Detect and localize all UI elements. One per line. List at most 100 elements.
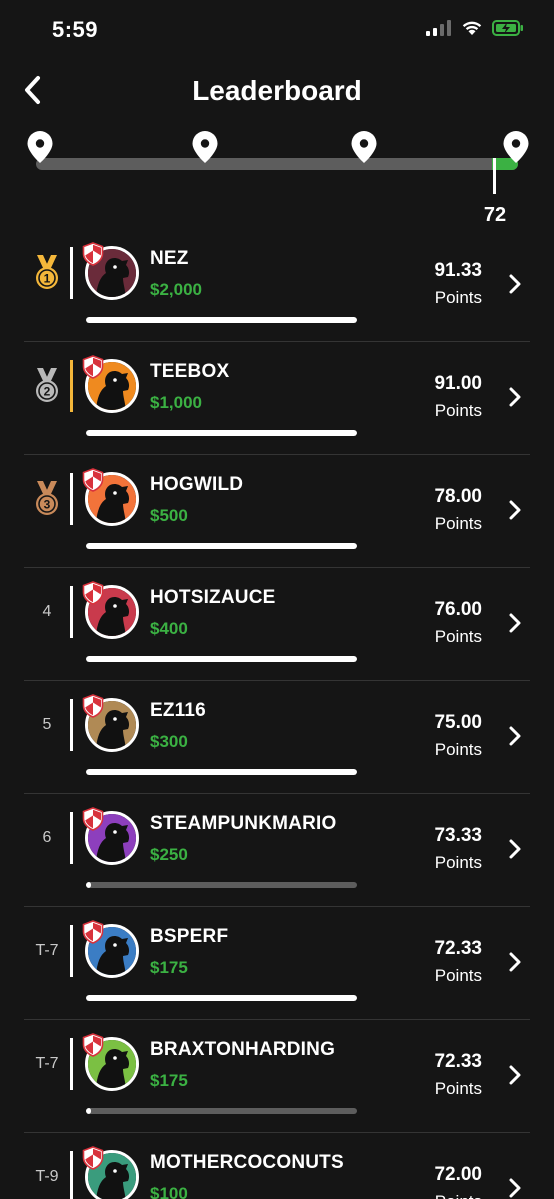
player-prize: $300 bbox=[150, 732, 188, 751]
points-unit: Points bbox=[434, 627, 482, 646]
points-unit: Points bbox=[434, 1079, 482, 1098]
rank-divider bbox=[70, 1151, 73, 1199]
player-name: MOTHERCOCONUTS bbox=[150, 1152, 344, 1173]
leaderboard-row[interactable]: 2 TEEBOX $1,000 91.00 Points bbox=[24, 342, 530, 455]
player-prize: $250 bbox=[150, 845, 188, 864]
rank-slot: 1 bbox=[24, 229, 70, 317]
rank-slot: 2 bbox=[24, 342, 70, 430]
chevron-right-icon bbox=[509, 1065, 521, 1085]
shield-badge-icon bbox=[82, 807, 104, 831]
player-progress-bar bbox=[86, 656, 357, 662]
points-unit: Points bbox=[434, 514, 482, 533]
svg-text:3: 3 bbox=[44, 498, 51, 512]
player-progress-bar bbox=[86, 769, 357, 775]
gold-medal-icon: 1 bbox=[36, 255, 58, 289]
points-unit: Points bbox=[434, 966, 482, 985]
location-pin-icon[interactable] bbox=[350, 130, 378, 164]
points-unit: Points bbox=[434, 401, 482, 420]
status-icons bbox=[426, 20, 524, 36]
chevron-right-icon bbox=[509, 387, 521, 407]
location-pin-icon[interactable] bbox=[191, 130, 219, 164]
rank-label: 5 bbox=[42, 716, 52, 733]
player-name: STEAMPUNKMARIO bbox=[150, 813, 337, 834]
leaderboard-row[interactable]: T-9 MOTHERCOCONUTS $100 72.00 Points bbox=[24, 1133, 530, 1199]
chevron-right-icon bbox=[509, 726, 521, 746]
player-prize: $175 bbox=[150, 1071, 188, 1090]
rank-slot: T-7 bbox=[24, 907, 70, 995]
shield-badge-icon bbox=[82, 1146, 104, 1170]
silver-medal-icon: 2 bbox=[36, 368, 58, 402]
chevron-right-icon bbox=[509, 839, 521, 859]
status-bar: 5:59 bbox=[0, 0, 554, 60]
rank-divider bbox=[70, 473, 73, 525]
rank-slot: T-9 bbox=[24, 1133, 70, 1199]
rank-label: T-7 bbox=[35, 1055, 59, 1072]
location-pin-icon[interactable] bbox=[502, 130, 530, 164]
player-progress-bar bbox=[86, 430, 357, 436]
player-progress-fill bbox=[86, 656, 357, 662]
player-name: NEZ bbox=[150, 248, 189, 269]
player-name: EZ116 bbox=[150, 700, 206, 721]
leaderboard-row[interactable]: T-7 BRAXTONHARDING $175 72.33 Points bbox=[24, 1020, 530, 1133]
leaderboard-row[interactable]: 3 HOGWILD $500 78.00 Points bbox=[24, 455, 530, 568]
rank-label: T-7 bbox=[35, 942, 59, 959]
page-title: Leaderboard bbox=[192, 75, 362, 106]
leaderboard-row[interactable]: 6 STEAMPUNKMARIO $250 73.33 Points bbox=[24, 794, 530, 907]
points-value: 73.33 bbox=[434, 825, 482, 846]
rank-divider bbox=[70, 812, 73, 864]
player-prize: $500 bbox=[150, 506, 188, 525]
player-prize: $100 bbox=[150, 1184, 188, 1199]
points-value: 91.00 bbox=[434, 373, 482, 394]
player-progress-fill bbox=[86, 430, 357, 436]
leaderboard-row[interactable]: T-7 BSPERF $175 72.33 Points bbox=[24, 907, 530, 1020]
player-name: BSPERF bbox=[150, 926, 229, 947]
battery-charging-icon bbox=[492, 20, 523, 36]
player-name: TEEBOX bbox=[150, 361, 230, 382]
leaderboard-progress-track bbox=[36, 158, 518, 170]
player-progress-bar bbox=[86, 882, 357, 888]
rank-divider bbox=[70, 699, 73, 751]
chevron-right-icon bbox=[509, 952, 521, 972]
chevron-right-icon bbox=[509, 500, 521, 520]
location-pin-icon[interactable] bbox=[26, 130, 54, 164]
player-progress-fill bbox=[86, 882, 92, 888]
rank-label: T-9 bbox=[35, 1168, 59, 1185]
shield-badge-icon bbox=[82, 242, 104, 266]
rank-divider bbox=[70, 586, 73, 638]
rank-slot: 5 bbox=[24, 681, 70, 769]
points-value: 72.33 bbox=[434, 1051, 482, 1072]
current-score-label: 72 bbox=[483, 204, 507, 226]
shield-badge-icon bbox=[82, 581, 104, 605]
leaderboard-list: 1 NEZ $2,000 91.33 Points 2 TEEBOX $1,000 91.00 P… bbox=[0, 229, 554, 1199]
leaderboard-row[interactable]: 4 HOTSIZAUCE $400 76.00 Points bbox=[24, 568, 530, 681]
rank-slot: 4 bbox=[24, 568, 70, 656]
header: Leaderboard bbox=[0, 62, 554, 122]
player-progress-bar bbox=[86, 1108, 357, 1114]
player-name: HOGWILD bbox=[150, 474, 244, 495]
player-progress-fill bbox=[86, 317, 357, 323]
bronze-medal-icon: 3 bbox=[36, 481, 58, 515]
leaderboard-row[interactable]: 1 NEZ $2,000 91.33 Points bbox=[24, 229, 530, 342]
svg-text:2: 2 bbox=[44, 385, 51, 399]
points-unit: Points bbox=[434, 288, 482, 307]
points-value: 75.00 bbox=[434, 712, 482, 733]
cellular-signal-icon bbox=[426, 20, 451, 36]
player-name: BRAXTONHARDING bbox=[150, 1039, 336, 1060]
chevron-right-icon bbox=[509, 1178, 521, 1198]
rank-divider bbox=[70, 925, 73, 977]
points-unit: Points bbox=[435, 1192, 482, 1199]
chevron-right-icon bbox=[509, 274, 521, 294]
player-prize: $175 bbox=[150, 958, 188, 977]
points-value: 72.33 bbox=[434, 938, 482, 959]
current-score-marker bbox=[493, 158, 496, 194]
svg-text:1: 1 bbox=[44, 272, 51, 286]
rank-divider bbox=[70, 360, 73, 412]
leaderboard-row[interactable]: 5 EZ116 $300 75.00 Points bbox=[24, 681, 530, 794]
shield-badge-icon bbox=[82, 468, 104, 492]
rank-divider bbox=[70, 247, 73, 299]
player-progress-fill bbox=[86, 1108, 92, 1114]
player-prize: $400 bbox=[150, 619, 188, 638]
player-prize: $2,000 bbox=[150, 280, 202, 299]
points-unit: Points bbox=[434, 740, 482, 759]
rank-label: 4 bbox=[42, 603, 52, 620]
